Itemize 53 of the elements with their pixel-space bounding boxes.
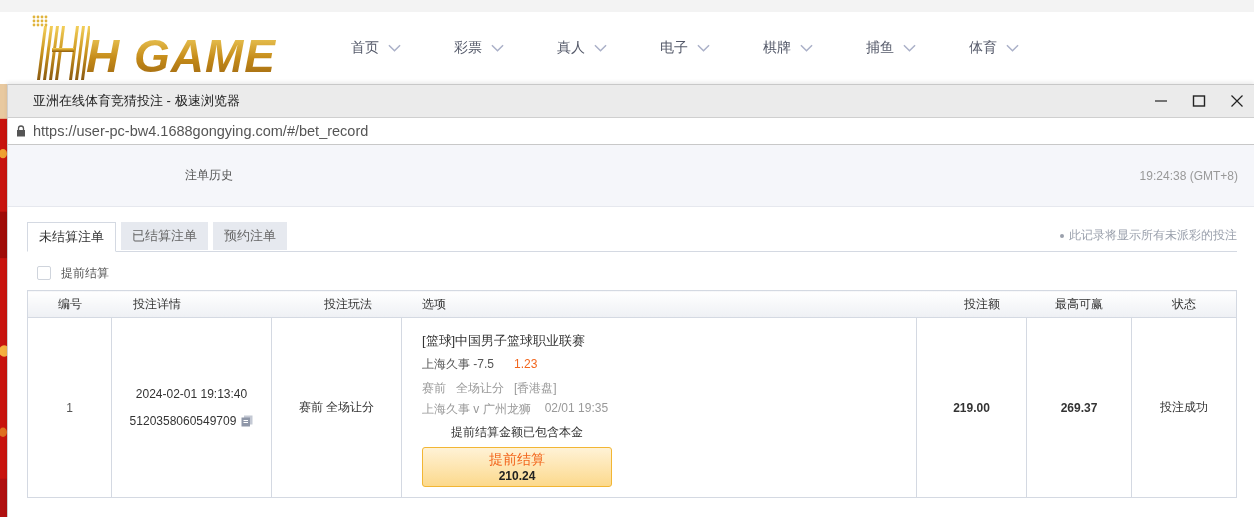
order-id: 5120358060549709 <box>129 414 237 428</box>
checkbox[interactable] <box>37 266 51 280</box>
close-icon[interactable] <box>1230 94 1244 108</box>
tab[interactable]: 未结算注单 <box>27 222 116 252</box>
bet-time: 2024-02-01 19:13:40 <box>134 387 249 401</box>
maximize-icon[interactable] <box>1192 94 1206 108</box>
cashout-note: 提前结算金额已包含本金 <box>450 424 584 441</box>
chevron-icon <box>594 44 607 52</box>
column-header: 选项 <box>401 290 917 318</box>
column-header: 投注额 <box>916 290 1027 318</box>
nav-item[interactable]: 体育 <box>969 39 1072 57</box>
match-name: 上海久事 v 广州龙狮 <box>422 401 531 418</box>
table-cell: 1 <box>27 317 112 498</box>
chevron-icon <box>903 44 916 52</box>
market-tag: 全场让分 <box>456 380 504 397</box>
nav-item[interactable]: 电子 <box>660 39 763 57</box>
chevron-icon <box>697 44 710 52</box>
copy-icon[interactable] <box>241 415 254 427</box>
bullet-icon <box>1060 233 1064 238</box>
page-title: 注单历史 <box>185 167 233 184</box>
tab[interactable]: 已结算注单 <box>121 222 208 250</box>
odds: 1.23 <box>514 357 538 371</box>
column-header: 投注详情 <box>111 290 272 318</box>
nav-item[interactable]: 首页 <box>351 39 454 57</box>
chevron-icon <box>491 44 504 52</box>
column-header: 最高可赢 <box>1026 290 1132 318</box>
column-header: 状态 <box>1131 290 1237 318</box>
tab[interactable]: 预约注单 <box>213 222 287 250</box>
nav-item[interactable]: 捕鱼 <box>866 39 969 57</box>
chevron-icon <box>1006 44 1019 52</box>
table-cell: 219.00 <box>916 317 1027 498</box>
market-tag: [香港盘] <box>514 380 557 397</box>
league-name: [篮球]中国男子篮球职业联赛 <box>422 332 587 350</box>
chevron-icon <box>388 44 401 52</box>
lock-icon <box>16 125 26 137</box>
nav-item[interactable]: 彩票 <box>454 39 557 57</box>
bet-pick: 上海久事 -7.5 <box>422 357 494 371</box>
cashout-button[interactable]: 提前结算 210.24 <box>422 447 612 487</box>
nav-item[interactable]: 真人 <box>557 39 660 57</box>
nav-item[interactable]: 棋牌 <box>763 39 866 57</box>
address-bar[interactable]: https://user-pc-bw4.1688gongying.com/#/bet_record <box>33 123 369 139</box>
info-note: 此记录将显示所有未派彩的投注 <box>1069 227 1237 244</box>
table-cell: 投注成功 <box>1131 317 1237 498</box>
match-time: 02/01 19:35 <box>544 401 609 417</box>
table-cell: 赛前 全场让分 <box>271 317 402 498</box>
table-cell: 269.37 <box>1026 317 1132 498</box>
column-header: 投注玩法 <box>271 290 402 318</box>
checkbox-label[interactable]: 提前结算 <box>61 264 109 282</box>
chevron-icon <box>800 44 813 52</box>
clock: 19:24:38 (GMT+8) <box>1139 168 1238 183</box>
column-header: 编号 <box>27 290 112 318</box>
market-tag: 赛前 <box>422 380 446 397</box>
window-title: 亚洲在线体育竞猜投注 - 极速浏览器 <box>33 92 240 110</box>
